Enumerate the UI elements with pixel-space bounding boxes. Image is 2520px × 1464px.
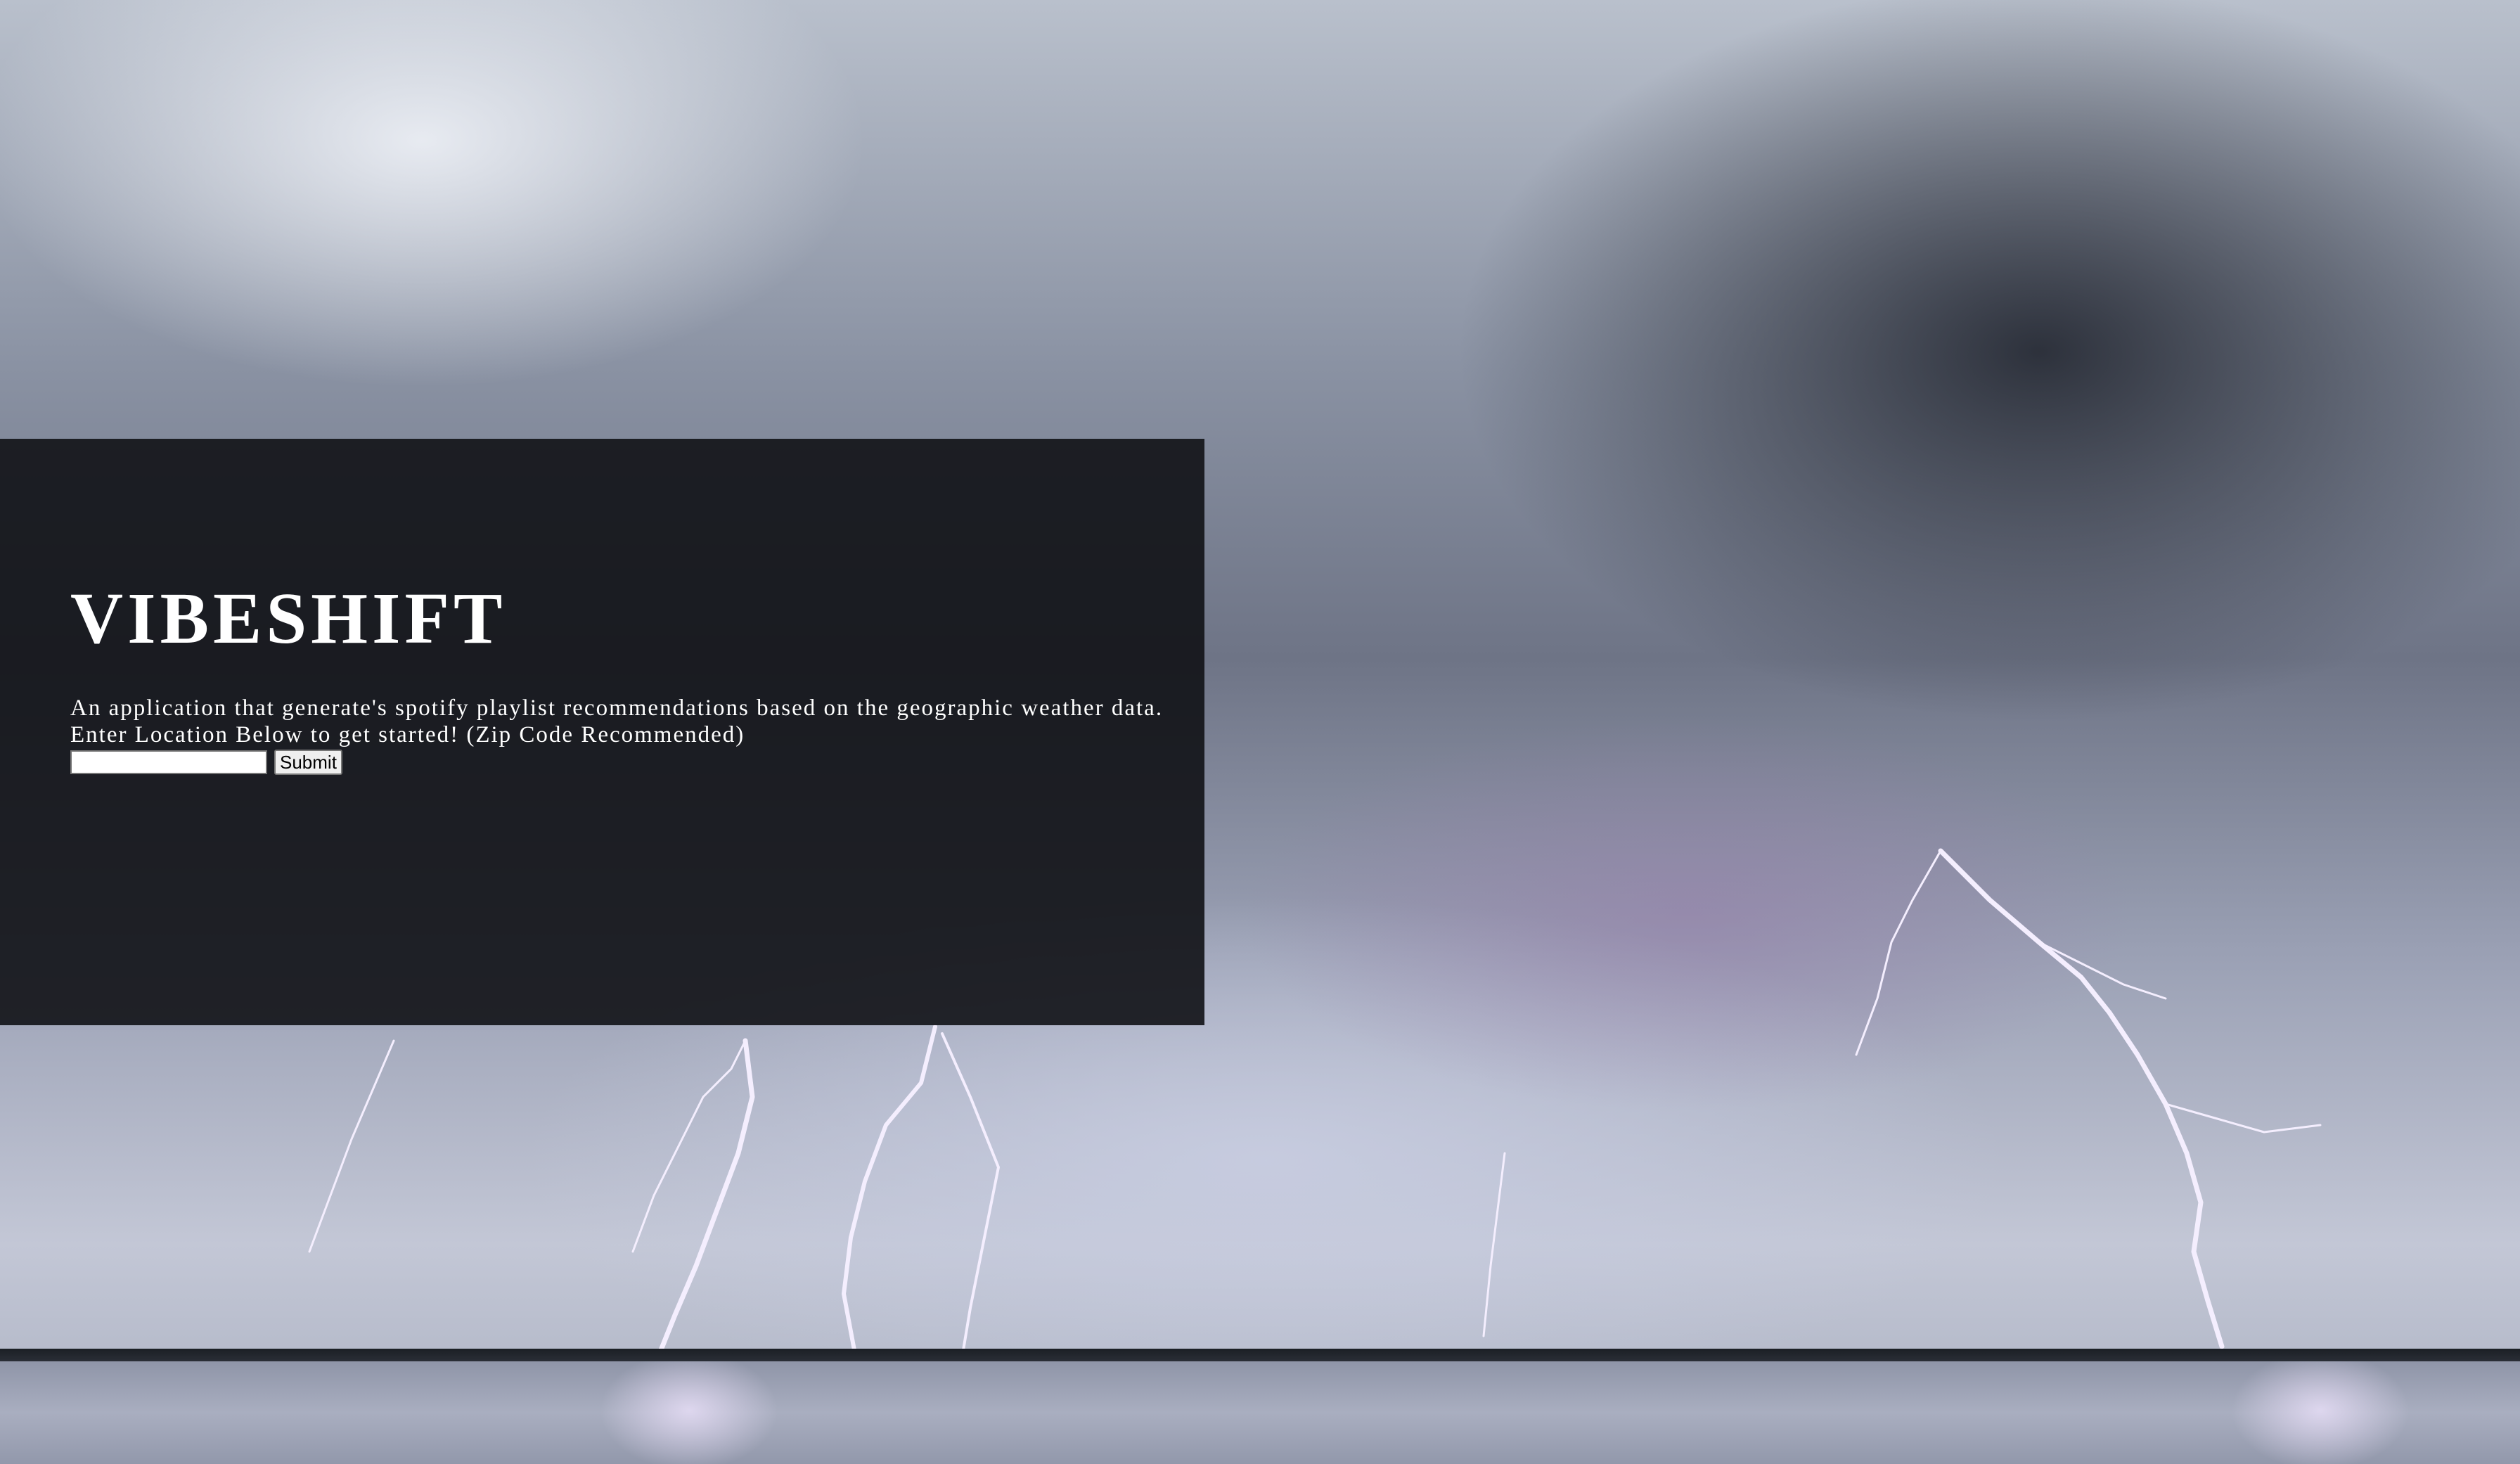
location-form: Submit (70, 750, 342, 775)
location-instruction: Enter Location Below to get started! (Zi… (70, 722, 745, 747)
lake-water (0, 1361, 2520, 1464)
app-description: An application that generate's spotify p… (70, 695, 1164, 721)
page-title: VIBESHIFT (70, 578, 507, 659)
horizon-treeline (0, 1349, 2520, 1361)
submit-button[interactable]: Submit (274, 750, 342, 775)
location-input[interactable] (70, 750, 267, 774)
